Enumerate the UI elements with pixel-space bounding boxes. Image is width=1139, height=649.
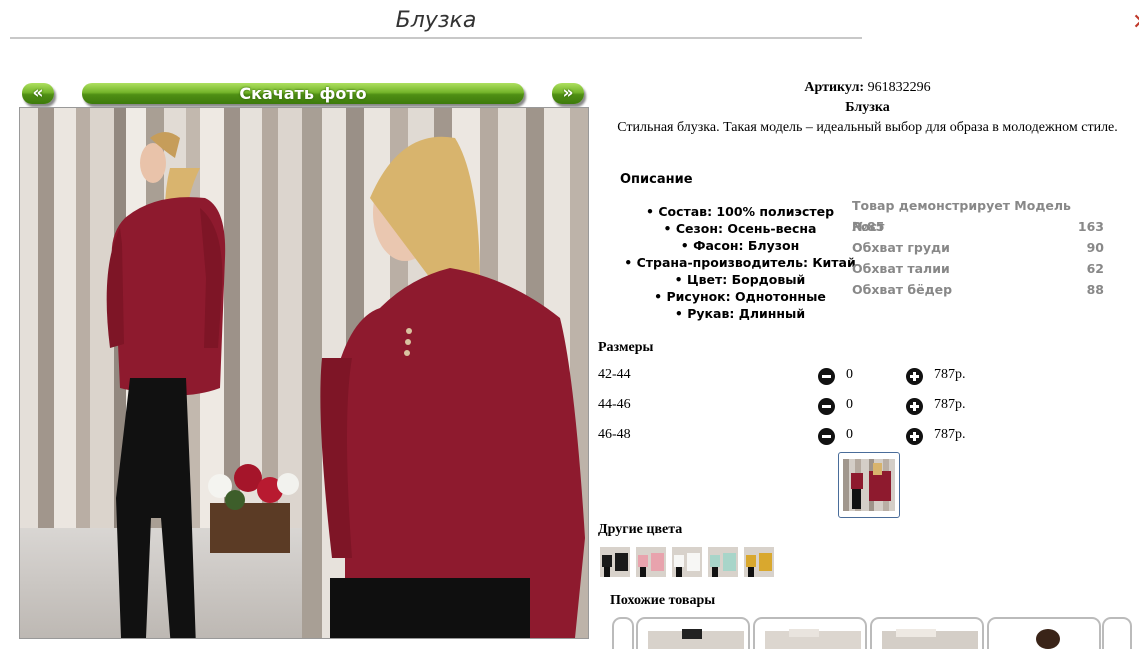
similar-product-image	[999, 629, 1095, 649]
similar-product-card[interactable]	[870, 617, 984, 649]
model-title: Товар демонстрирует Модель №85	[852, 195, 1104, 234]
description-item: Рукав: Длинный	[620, 305, 860, 322]
similar-product-card[interactable]	[987, 617, 1101, 649]
description-item: Страна-производитель: Китай	[620, 254, 860, 271]
similar-product-card[interactable]	[753, 617, 867, 649]
description-item: Цвет: Бордовый	[620, 271, 860, 288]
color-thumb-white[interactable]	[672, 547, 702, 577]
color-thumb-pink-image	[636, 547, 666, 577]
product-photo[interactable]	[19, 107, 589, 639]
model-row-label: Обхват груди	[852, 240, 950, 255]
color-thumb-pink[interactable]	[636, 547, 666, 577]
color-thumb-mint-image	[708, 547, 738, 577]
model-row-value: 88	[1086, 282, 1104, 297]
color-thumb-black-image	[600, 547, 630, 577]
product-tagline: Стильная блузка. Такая модель – идеальны…	[617, 120, 1118, 135]
minus-circle-icon[interactable]	[818, 398, 835, 415]
size-label: 44-46	[598, 397, 631, 412]
minus-circle-icon[interactable]	[818, 428, 835, 445]
description-item: Сезон: Осень-весна	[620, 220, 860, 237]
model-row-value: 90	[1086, 240, 1104, 255]
similar-product-card[interactable]	[636, 617, 750, 649]
color-thumb-mustard[interactable]	[744, 547, 774, 577]
model-row: Рост 163	[852, 216, 1104, 237]
color-thumb-black[interactable]	[600, 547, 630, 577]
model-row-label: Обхват талии	[852, 261, 950, 276]
product-info: Артикул: 961832296 Блузка Стильная блузк…	[600, 78, 1135, 138]
article-line: Артикул: 961832296	[600, 78, 1135, 98]
minus-circle-icon[interactable]	[818, 368, 835, 385]
plus-circle-icon[interactable]	[906, 368, 923, 385]
size-quantity: 0	[846, 367, 853, 382]
model-row-label: Обхват бёдер	[852, 282, 953, 297]
model-row: Обхват бёдер 88	[852, 279, 1104, 300]
model-row-label: Рост	[852, 219, 885, 234]
model-measurements: Товар демонстрирует Модель №85 Рост 163 О…	[852, 195, 1104, 300]
description-title: Описание	[620, 172, 693, 187]
article-value: 961832296	[867, 80, 931, 95]
download-photo-button[interactable]: Скачать фото	[82, 83, 524, 104]
size-label: 46-48	[598, 427, 631, 442]
size-row: 44-46 0 787р.	[598, 397, 998, 417]
plus-circle-icon[interactable]	[906, 398, 923, 415]
color-thumb-mint[interactable]	[708, 547, 738, 577]
next-photo-button[interactable]: »	[552, 83, 584, 104]
similar-scroll-left[interactable]	[612, 617, 634, 649]
size-row: 46-48 0 787р.	[598, 427, 998, 447]
other-colors-title: Другие цвета	[598, 522, 683, 537]
model-row: Обхват груди 90	[852, 237, 1104, 258]
model-row-value: 62	[1086, 261, 1104, 276]
product-name: Блузка	[845, 100, 890, 115]
model-row: Обхват талии 62	[852, 258, 1104, 279]
description-item: Фасон: Блузон	[620, 237, 860, 254]
size-price: 787р.	[934, 397, 966, 412]
sizes-title: Размеры	[598, 340, 654, 355]
title-divider	[10, 37, 862, 39]
model-row-value: 163	[1077, 219, 1104, 234]
size-quantity: 0	[846, 427, 853, 442]
similar-scroll-right[interactable]	[1102, 617, 1132, 649]
similar-title: Похожие товары	[610, 593, 716, 608]
description-item: Состав: 100% полиэстер	[620, 203, 860, 220]
similar-product-image	[648, 629, 744, 649]
size-quantity: 0	[846, 397, 853, 412]
color-thumb-white-image	[672, 547, 702, 577]
similar-product-image	[765, 629, 861, 649]
similar-product-image	[882, 629, 978, 649]
product-photo-image	[20, 108, 588, 638]
plus-circle-icon[interactable]	[906, 428, 923, 445]
color-thumb-mustard-image	[744, 547, 774, 577]
other-colors-list	[600, 547, 774, 577]
size-label: 42-44	[598, 367, 631, 382]
article-label: Артикул:	[804, 80, 865, 95]
description-item: Рисунок: Однотонные	[620, 288, 860, 305]
close-icon[interactable]: ✕	[1132, 10, 1139, 35]
size-price: 787р.	[934, 427, 966, 442]
size-price: 787р.	[934, 367, 966, 382]
page-title: Блузка	[395, 8, 477, 33]
description-list: Состав: 100% полиэстер Сезон: Осень-весн…	[620, 203, 860, 322]
model-title-text: Товар демонстрирует Модель №85	[852, 198, 1071, 234]
prev-photo-button[interactable]: «	[22, 83, 54, 104]
photo-thumbnail-image	[843, 459, 895, 511]
photo-thumbnail[interactable]	[838, 452, 900, 518]
size-row: 42-44 0 787р.	[598, 367, 998, 387]
